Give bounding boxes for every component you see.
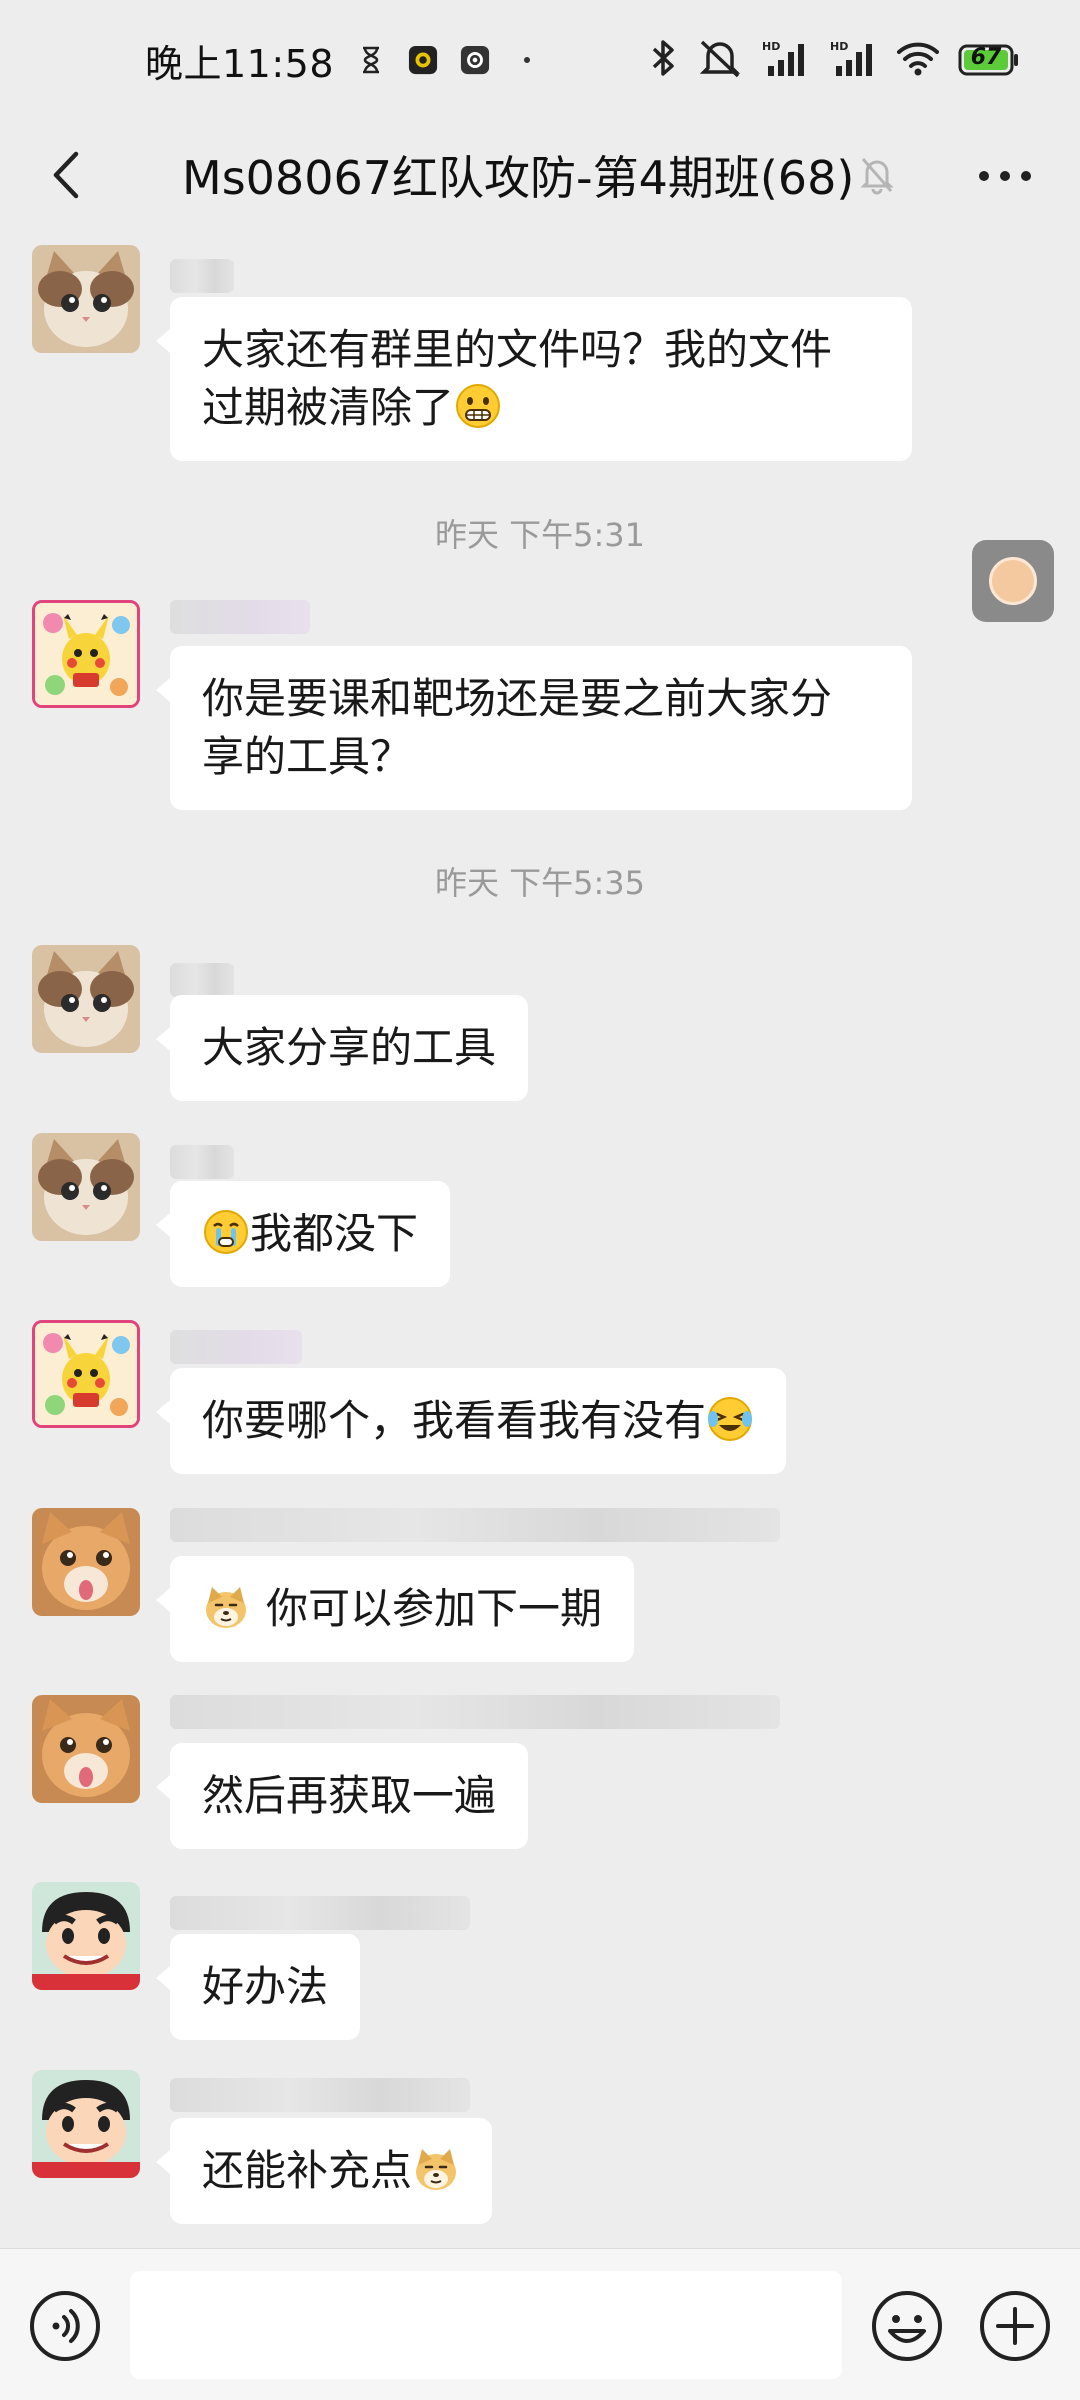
back-button[interactable] [30,138,100,212]
crayon-shin-avatar[interactable] [32,2070,140,2178]
more-functions-button[interactable] [978,2289,1052,2363]
settings-notification-icon [460,45,490,75]
bluetooth-icon [646,38,680,82]
chat-header: Ms08067红队攻防-第4期班(68) [0,120,1080,230]
message-text: 然后再获取一遍 [202,1771,497,1820]
muted-bell-icon [852,150,902,200]
message-text: 还能补充点 [202,2146,413,2195]
crying-face-emoji-icon [202,1208,250,1256]
sender-name-blurred [170,1330,302,1364]
status-notification-icons [356,45,542,75]
sender-name-blurred [170,1508,780,1542]
sender-name-blurred [170,1145,234,1179]
message-bubble[interactable]: 大家还有群里的文件吗？我的文件 过期被清除了 [156,297,912,461]
cat-avatar[interactable] [32,945,140,1053]
sender-name-blurred [170,600,310,634]
cat-avatar[interactable] [32,1133,140,1241]
message-bubble[interactable]: 还能补充点 [155,2118,493,2224]
vibrate-mute-icon [698,38,742,82]
doge-emoji-icon [412,2145,460,2193]
message-bubble[interactable]: 你是要课和靶场还是要之前大家分 享的工具？ [156,646,912,810]
message-bubble[interactable]: 我都没下 [155,1181,451,1287]
svg-text:HD: HD [762,40,780,53]
input-bar [0,2248,1080,2400]
signal-hd-2-icon: HD [828,38,878,82]
svg-text:HD: HD [830,40,848,53]
crayon-shin-avatar[interactable] [32,1882,140,1990]
floating-assistive-button[interactable] [972,540,1054,622]
sender-name-blurred [170,2078,470,2112]
sender-name-blurred [170,1695,780,1729]
smiley-icon [872,2291,942,2361]
plus-circle-icon [980,2291,1050,2361]
orange-cat-avatar[interactable] [32,1695,140,1803]
voice-input-button[interactable] [28,2289,102,2363]
message-input[interactable] [130,2271,842,2379]
emoji-picker-button[interactable] [870,2289,944,2363]
cat-avatar[interactable] [32,245,140,353]
status-time: 晚上11:58 [145,41,335,86]
message-text: 大家分享的工具 [202,1023,497,1072]
message-text-line: 享的工具？ [202,732,413,781]
message-text-line: 大家还有群里的文件吗？我的文件 [202,325,833,374]
sender-name-blurred [170,259,234,293]
timestamp: 昨天 下午5:35 [434,864,646,902]
orange-cat-avatar[interactable] [32,1508,140,1616]
message-text: 你可以参加下一期 [266,1584,603,1633]
voice-icon [30,2291,100,2361]
doge-emoji-icon [202,1583,250,1631]
chevron-left-icon [53,151,79,199]
timestamp: 昨天 下午5:31 [434,516,646,554]
signal-hd-1-icon: HD [760,38,810,82]
sender-name-blurred [170,1896,470,1930]
message-text: 你要哪个，我看看我有没有 [202,1396,707,1445]
app-notification-icon [408,45,438,75]
message-bubble[interactable]: 你要哪个，我看看我有没有 [155,1368,787,1474]
sender-name-blurred [170,963,234,997]
wifi-icon [896,38,940,82]
message-text: 我都没下 [250,1209,419,1258]
status-bar: 晚上11:58 HD HD 67 [0,0,1080,120]
battery-level: 67 [970,45,1002,70]
ellipsis-icon [979,171,1031,181]
message-bubble[interactable]: 然后再获取一遍 [155,1743,529,1849]
hourglass-icon [356,45,386,75]
more-options-button[interactable] [965,146,1045,206]
grimacing-face-emoji-icon [454,382,502,430]
message-text: 好办法 [202,1962,329,2011]
more-notifications-dot-icon [512,45,542,75]
message-text-line: 你是要课和靶场还是要之前大家分 [202,674,833,723]
message-text-line: 过期被清除了 [202,383,455,432]
status-system-icons: HD HD 67 [646,38,1020,82]
chat-title[interactable]: Ms08067红队攻防-第4期班(68) [182,142,854,208]
floating-button-dot-icon [989,557,1037,605]
pikachu-avatar[interactable] [32,1320,140,1428]
message-bubble[interactable]: 好办法 [155,1934,361,2040]
battery-icon: 67 [958,43,1020,77]
message-bubble[interactable]: 大家分享的工具 [155,995,529,1101]
pikachu-avatar[interactable] [32,600,140,708]
message-bubble[interactable]: 你可以参加下一期 [155,1556,635,1662]
laughing-tears-emoji-icon [706,1395,754,1443]
